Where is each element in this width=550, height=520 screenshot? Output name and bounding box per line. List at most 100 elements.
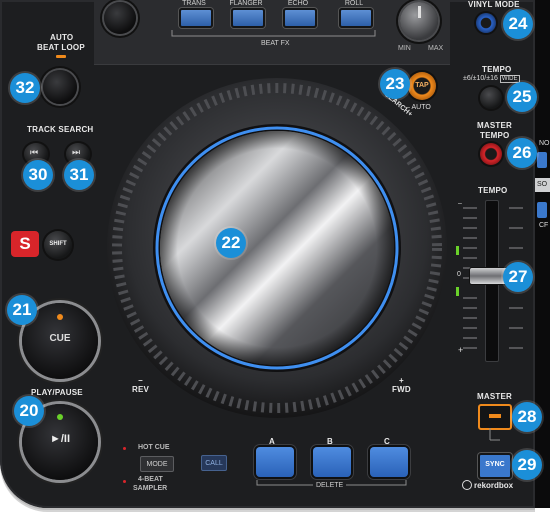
auto-beat-loop-label-2: BEAT LOOP: [37, 43, 85, 52]
callout-32: 32: [10, 73, 40, 103]
tempo-range-button[interactable]: [480, 87, 502, 109]
fx-label-echo: ECHO: [287, 0, 309, 7]
pad-b[interactable]: [313, 447, 351, 477]
beat-sampler-label-2: SAMPLER: [133, 485, 168, 492]
mode-button[interactable]: MODE: [140, 456, 174, 472]
fx-button-flanger[interactable]: [231, 8, 265, 28]
master-sync-bracket: [489, 428, 500, 441]
pad-c[interactable]: [370, 447, 408, 477]
callout-28: 28: [512, 402, 542, 432]
master-label: MASTER: [477, 392, 512, 401]
tap-auto-label: – AUTO: [406, 104, 431, 111]
hot-cue-label: HOT CUE: [138, 444, 170, 451]
sync-button[interactable]: SYNC: [478, 453, 512, 479]
master-button[interactable]: [478, 404, 512, 430]
edge-blue-button-1[interactable]: [537, 152, 547, 168]
track-search-label: TRACK SEARCH: [27, 125, 94, 134]
fx-label-roll: ROLL: [344, 0, 364, 7]
rev-label: – REV: [132, 376, 149, 394]
shift-button[interactable]: SHIFT: [44, 231, 72, 259]
fx-label-trans: TRANS: [182, 0, 206, 7]
shift-s-badge: S: [11, 231, 39, 257]
play-led: [57, 414, 63, 420]
callout-21: 21: [7, 295, 37, 325]
fx-max-label: MAX: [428, 45, 444, 52]
cue-label: CUE: [49, 333, 71, 344]
callout-24: 24: [503, 9, 533, 39]
fwd-label: + FWD: [392, 376, 411, 394]
call-label: CALL: [205, 459, 223, 467]
shift-label: SHIFT: [49, 241, 67, 247]
callout-29: 29: [512, 450, 542, 480]
fx-label-flanger: FLANGER: [229, 0, 263, 7]
edge-blue-button-2[interactable]: [537, 202, 547, 218]
jog-wheel[interactable]: [104, 75, 450, 421]
callout-20: 20: [14, 396, 44, 426]
hot-cue-led: [123, 447, 126, 450]
auto-beat-loop-led: [56, 55, 66, 58]
master-tempo-label-1: MASTER: [477, 121, 512, 130]
pad-a-label: A: [269, 437, 275, 446]
fwd-plus: +: [398, 376, 404, 385]
callout-25: 25: [507, 82, 537, 112]
rekordbox-label: rekordbox: [474, 480, 514, 490]
tempo-fader-label: TEMPO: [478, 186, 508, 195]
tempo-led-up: [456, 246, 459, 255]
play-pause-label: PLAY/PAUSE: [31, 388, 83, 397]
vinyl-mode-button[interactable]: [476, 13, 496, 33]
tempo-range-values: ±6/±10/±16 WIDE: [463, 75, 520, 83]
auto-beat-loop-label-1: AUTO: [50, 33, 74, 42]
fx-button-trans[interactable]: [179, 8, 213, 28]
rekordbox-icon: [462, 480, 472, 490]
edge-label-no: NO: [539, 140, 550, 147]
tempo-minus-label: –: [458, 200, 462, 207]
play-pause-glyph: ►/II: [49, 433, 71, 445]
sync-label: SYNC: [485, 461, 505, 468]
callout-22: 22: [216, 228, 246, 258]
tap-auto-minus: –: [406, 104, 410, 111]
master-led: [489, 414, 501, 418]
next-icon: ⏭: [72, 147, 81, 157]
tap-label: TAP: [415, 82, 429, 89]
fx-button-roll[interactable]: [339, 8, 373, 28]
prev-icon: ⏮: [30, 147, 39, 157]
rev-minus: –: [138, 376, 143, 385]
edge-label-cf: CF: [539, 222, 549, 229]
callout-26: 26: [507, 138, 537, 168]
master-tempo-button[interactable]: [480, 143, 502, 165]
call-button[interactable]: CALL: [201, 455, 227, 471]
delete-label: DELETE: [313, 482, 347, 489]
mode-label: MODE: [146, 460, 168, 468]
callout-31: 31: [64, 160, 94, 190]
fwd-text: FWD: [392, 385, 411, 394]
fx-select-knob[interactable]: [104, 2, 136, 34]
vinyl-mode-label: VINYL MODE: [468, 0, 520, 9]
beat-sampler-label-1: 4-BEAT: [138, 476, 163, 483]
tempo-range-text: ±6/±10/±16: [463, 75, 498, 82]
beat-fx-label: BEAT FX: [257, 40, 294, 47]
tap-auto-text: AUTO: [411, 104, 431, 111]
tap-button[interactable]: TAP: [408, 72, 436, 100]
fx-button-echo[interactable]: [283, 8, 317, 28]
auto-beat-loop-knob[interactable]: [43, 70, 77, 104]
pad-a[interactable]: [256, 447, 294, 477]
controller-deck-view: NO SO CF TRANS FLANGER ECHO ROLL BEAT FX…: [0, 0, 550, 520]
tempo-zero-label: 0: [457, 271, 461, 278]
master-tempo-label-2: TEMPO: [480, 131, 510, 140]
right-edge-panel: [535, 0, 550, 508]
cue-led: [57, 314, 63, 320]
fx-min-label: MIN: [398, 45, 411, 52]
tempo-range-title: TEMPO: [482, 65, 512, 74]
callout-27: 27: [503, 262, 533, 292]
pad-b-label: B: [327, 437, 333, 446]
s-letter: S: [19, 234, 31, 253]
rev-text: REV: [132, 385, 150, 394]
callout-23: 23: [380, 69, 410, 99]
tempo-led-down: [456, 287, 459, 296]
edge-label-so: SO: [537, 181, 548, 188]
pad-c-label: C: [384, 437, 390, 446]
rekordbox-logo: rekordbox: [462, 480, 513, 490]
callout-30: 30: [23, 160, 53, 190]
fx-level-knob-indicator: [418, 6, 421, 18]
tempo-plus-label: +: [458, 345, 464, 355]
